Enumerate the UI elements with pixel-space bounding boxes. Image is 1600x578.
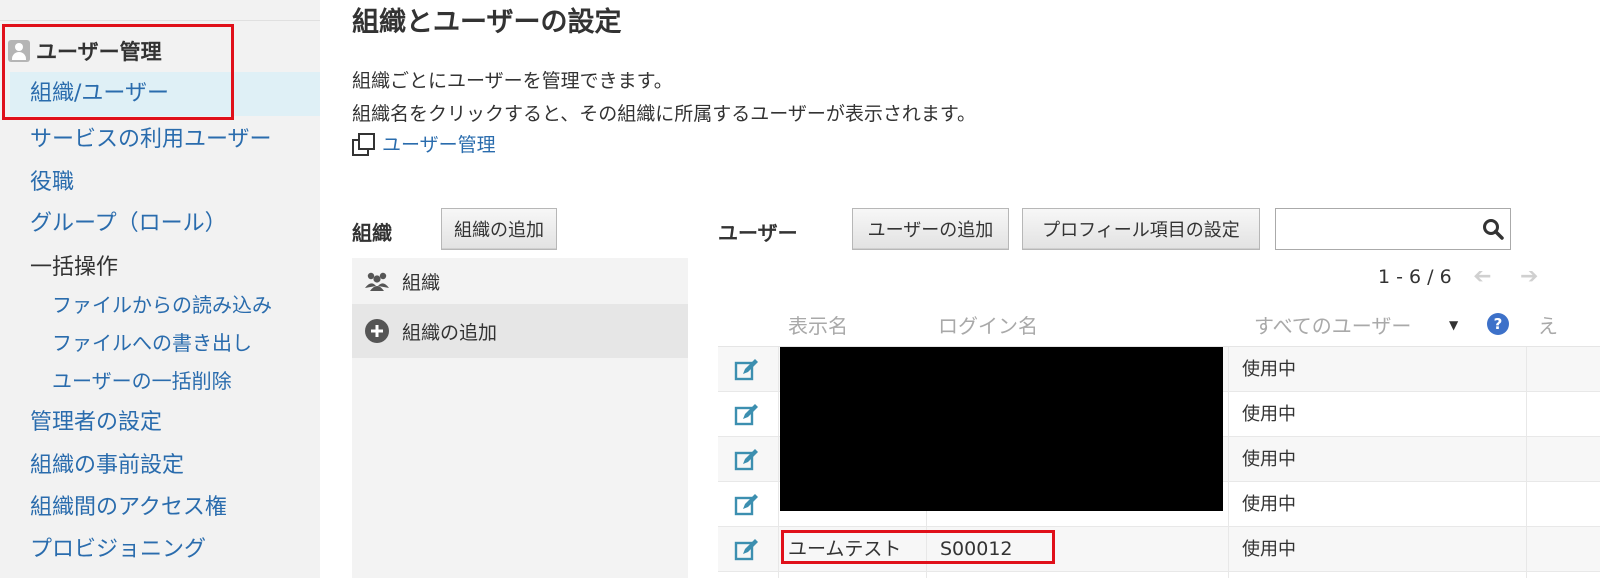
cell-status: 使用中 bbox=[1242, 449, 1296, 470]
sidebar-item-admin-settings[interactable]: 管理者の設定 bbox=[30, 404, 162, 436]
edit-icon[interactable] bbox=[734, 357, 760, 383]
user-admin-link-label: ユーザー管理 bbox=[382, 134, 496, 156]
org-tree-panel: 組織 組織の追加 bbox=[352, 258, 688, 578]
column-divider bbox=[1228, 347, 1229, 578]
edit-icon[interactable] bbox=[734, 537, 760, 563]
description-line-1: 組織ごとにユーザーを管理できます。 bbox=[352, 70, 673, 92]
help-icon[interactable]: ? bbox=[1487, 313, 1509, 335]
search-icon bbox=[1483, 219, 1504, 240]
sidebar-item-org-presettings[interactable]: 組織の事前設定 bbox=[30, 447, 184, 479]
user-icon bbox=[8, 40, 30, 62]
edit-icon[interactable] bbox=[734, 492, 760, 518]
cell-status: 使用中 bbox=[1242, 539, 1296, 560]
sidebar-item-service-users[interactable]: サービスの利用ユーザー bbox=[30, 121, 272, 153]
sidebar-item-bulk-delete[interactable]: ユーザーの一括削除 bbox=[52, 365, 232, 394]
org-tree-item-add-label: 組織の追加 bbox=[402, 321, 498, 344]
chevron-down-icon[interactable]: ▼ bbox=[1449, 318, 1458, 332]
add-org-button[interactable]: 組織の追加 bbox=[441, 208, 557, 250]
edit-icon[interactable] bbox=[734, 402, 760, 428]
search-button[interactable] bbox=[1476, 209, 1510, 249]
org-tree-item-root[interactable]: 組織 bbox=[352, 258, 688, 304]
description-line-2: 組織名をクリックすると、その組織に所属するユーザーが表示されます。 bbox=[352, 103, 976, 125]
plus-circle-icon bbox=[365, 319, 389, 343]
page-title: 組織とユーザーの設定 bbox=[352, 7, 622, 38]
sidebar: ユーザー管理 組織/ユーザー サービスの利用ユーザー 役職 グループ（ロール） … bbox=[0, 0, 320, 578]
org-section-label: 組織 bbox=[352, 221, 392, 245]
edit-icon[interactable] bbox=[734, 447, 760, 473]
sidebar-header: ユーザー管理 bbox=[8, 36, 162, 66]
table-row: ユームテスト S00012 使用中 bbox=[718, 527, 1600, 572]
add-user-button[interactable]: ユーザーの追加 bbox=[852, 208, 1009, 250]
prev-page-icon[interactable]: ➔ bbox=[1473, 264, 1491, 289]
next-page-icon[interactable]: ➔ bbox=[1520, 264, 1538, 289]
sidebar-item-export[interactable]: ファイルへの書き出し bbox=[52, 327, 252, 356]
sidebar-item-org-users[interactable]: 組織/ユーザー bbox=[10, 72, 320, 116]
sidebar-item-bulk-ops: 一括操作 bbox=[30, 255, 119, 280]
user-search-box bbox=[1275, 208, 1511, 250]
user-search-input[interactable] bbox=[1278, 211, 1478, 249]
redacted-area bbox=[780, 347, 1223, 511]
org-tree-item-label: 組織 bbox=[402, 271, 441, 294]
column-divider bbox=[1526, 347, 1527, 578]
users-section-label: ユーザー bbox=[718, 221, 798, 245]
people-icon bbox=[365, 272, 389, 291]
popout-icon bbox=[352, 132, 375, 156]
sidebar-divider bbox=[0, 20, 320, 21]
sidebar-header-label: ユーザー管理 bbox=[36, 40, 162, 64]
cell-status: 使用中 bbox=[1242, 494, 1296, 515]
sidebar-item-org-access[interactable]: 組織間のアクセス権 bbox=[30, 489, 227, 521]
sidebar-item-groups[interactable]: グループ（ロール） bbox=[30, 205, 227, 237]
profile-fields-button[interactable]: プロフィール項目の設定 bbox=[1022, 208, 1260, 250]
sidebar-item-roles[interactable]: 役職 bbox=[30, 164, 74, 196]
user-filter-dropdown[interactable]: すべてのユーザー bbox=[1254, 310, 1411, 339]
user-admin-link[interactable]: ユーザー管理 bbox=[352, 130, 496, 157]
cell-display-name[interactable]: ユームテスト bbox=[788, 527, 901, 572]
pagination-label: 1 - 6 / 6 bbox=[1378, 266, 1452, 288]
column-header-display-name[interactable]: 表示名 bbox=[788, 310, 848, 339]
cell-login-name: S00012 bbox=[940, 538, 1013, 560]
column-header-login-name[interactable]: ログイン名 bbox=[938, 310, 1038, 339]
column-header-truncated: え bbox=[1538, 314, 1558, 338]
column-divider bbox=[778, 347, 779, 578]
sidebar-item-import[interactable]: ファイルからの読み込み bbox=[52, 289, 272, 318]
cell-status: 使用中 bbox=[1242, 359, 1296, 380]
sidebar-item-provisioning[interactable]: プロビジョニング bbox=[30, 531, 206, 563]
cell-status: 使用中 bbox=[1242, 404, 1296, 425]
org-tree-item-add[interactable]: 組織の追加 bbox=[352, 304, 688, 358]
